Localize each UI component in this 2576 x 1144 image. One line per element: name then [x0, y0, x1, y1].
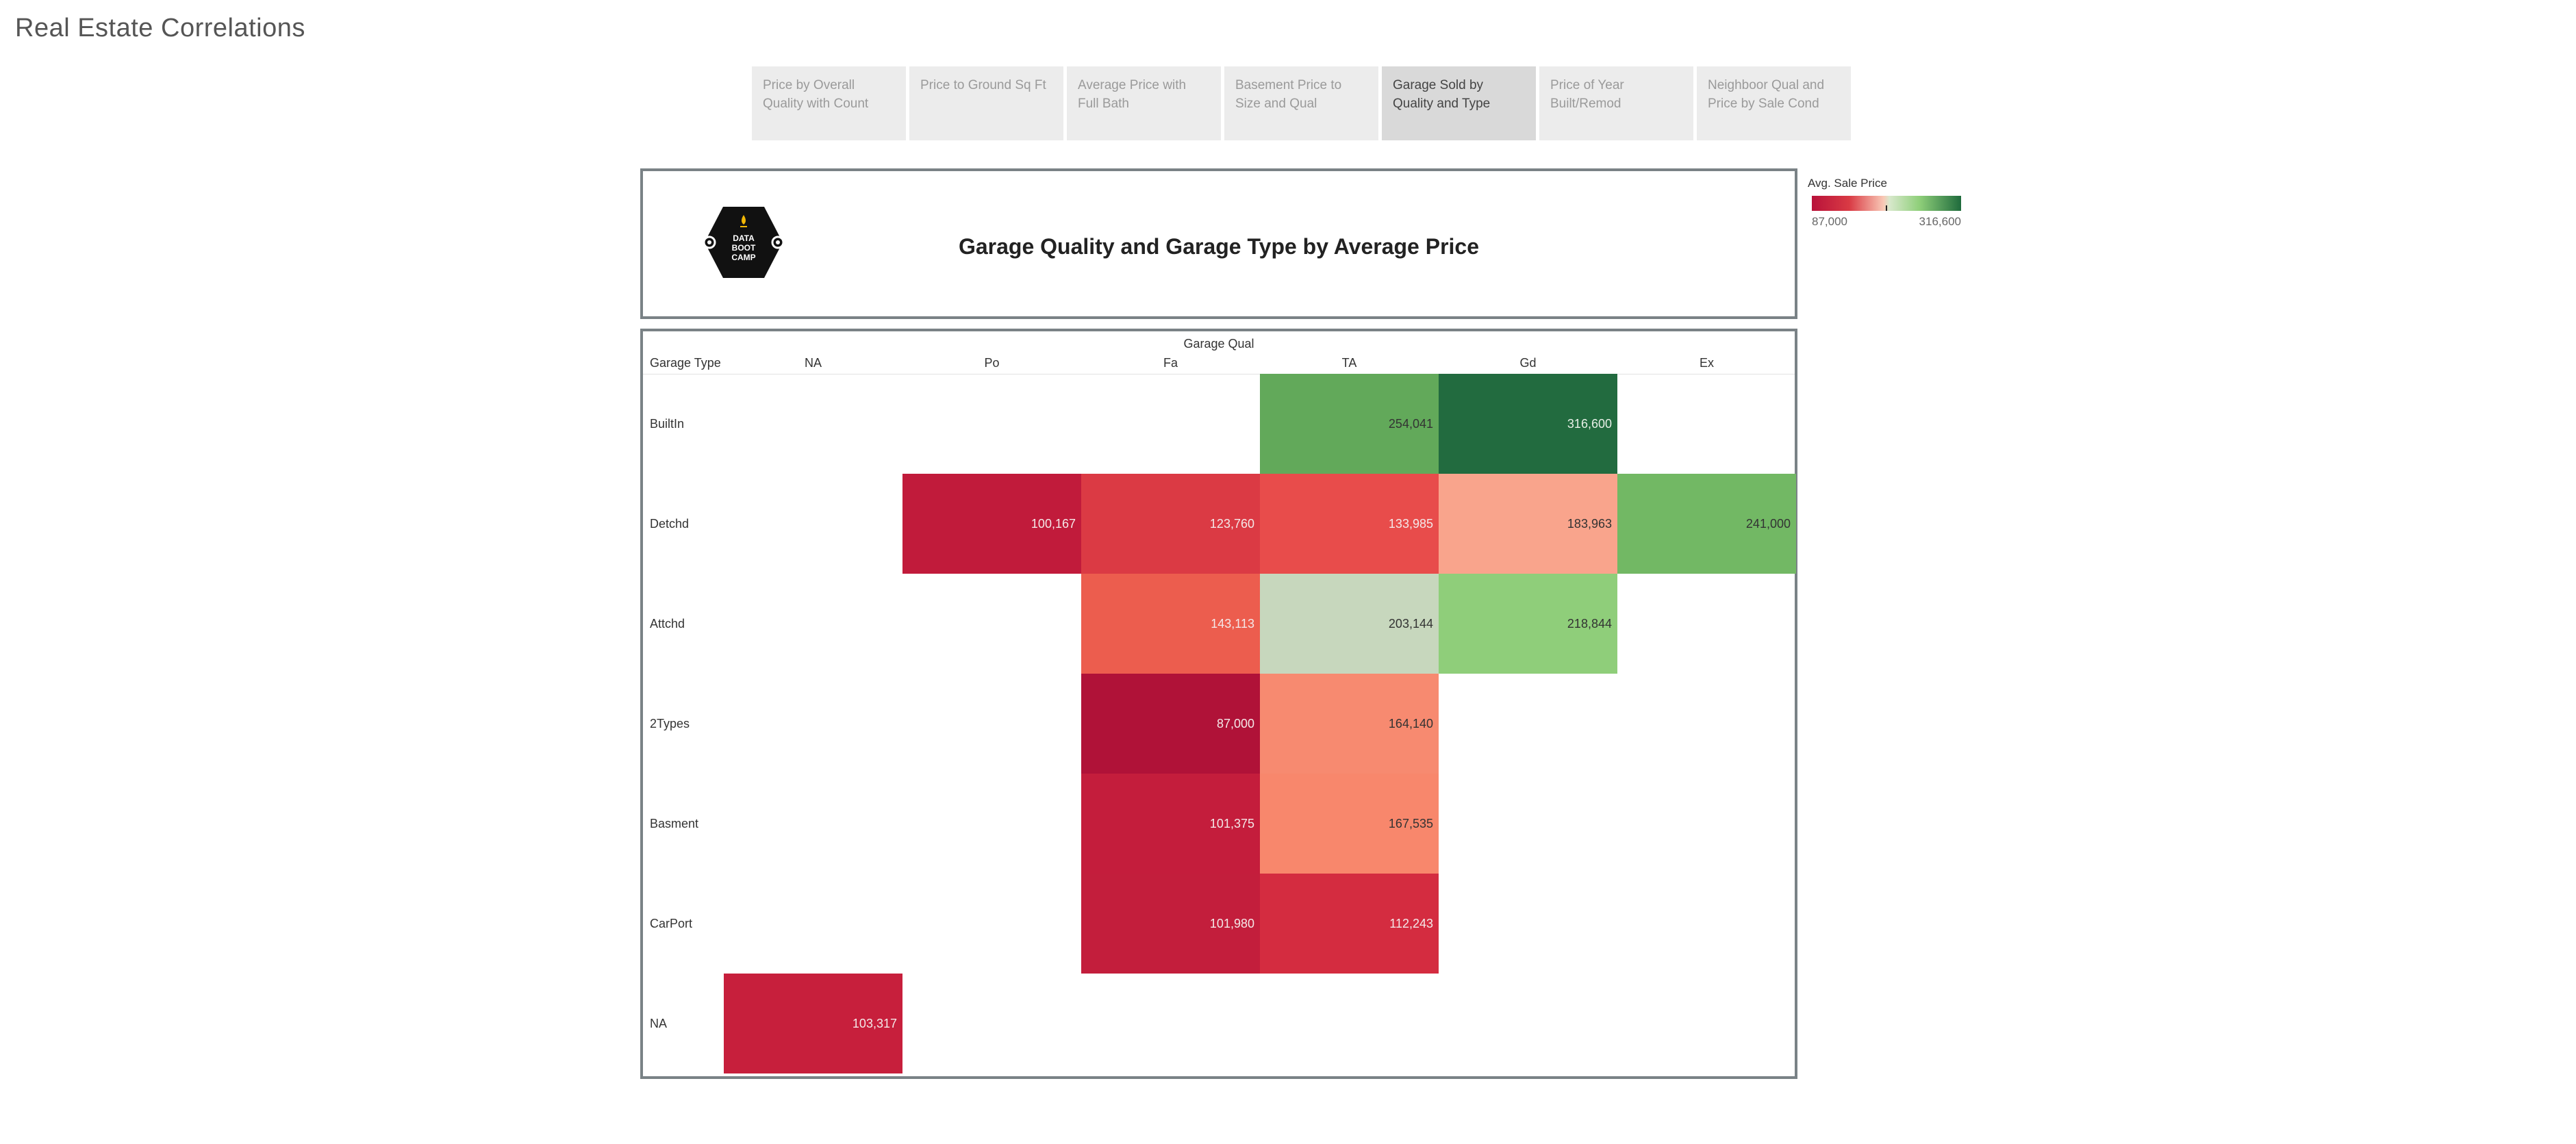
row-label-2types: 2Types: [650, 716, 690, 730]
dashboard-tabs: Price by Overall Quality with Count Pric…: [752, 66, 1851, 140]
heatmap-row: NA 103,317: [643, 974, 1795, 1073]
row-label-carport: CarPort: [650, 916, 693, 930]
legend-min-label: 87,000: [1812, 215, 1847, 228]
column-group-label: Garage Qual: [1183, 337, 1254, 351]
heatmap-cell[interactable]: 167,535: [1260, 774, 1439, 874]
color-legend: Avg. Sale Price 87,000 316,600: [1808, 177, 1965, 229]
column-header-gd: Gd: [1519, 356, 1537, 370]
heatmap-cell[interactable]: 254,041: [1260, 374, 1439, 474]
tab-price-by-overall-quality[interactable]: Price by Overall Quality with Count: [752, 66, 906, 140]
heatmap-cell[interactable]: 164,140: [1260, 674, 1439, 774]
row-label-builtin: BuiltIn: [650, 416, 685, 431]
tab-basement-price[interactable]: Basement Price to Size and Qual: [1224, 66, 1378, 140]
heatmap-panel: Garage Qual Garage Type NA Po Fa TA Gd Ex Bui…: [640, 329, 1797, 1079]
column-headers: Garage Type NA Po Fa TA Gd Ex: [643, 356, 1795, 374]
column-header-na: NA: [804, 356, 822, 370]
legend-title: Avg. Sale Price: [1808, 177, 1887, 190]
heatmap-cell[interactable]: 112,243: [1260, 874, 1439, 974]
heatmap-cell[interactable]: 133,985: [1260, 474, 1439, 574]
row-label-na: NA: [650, 1016, 668, 1030]
row-header-label: Garage Type: [650, 356, 721, 370]
tab-average-price-full-bath[interactable]: Average Price with Full Bath: [1067, 66, 1221, 140]
heatmap-row: Detchd 100,167 123,760 133,985 183,963 241,00…: [643, 474, 1796, 574]
heatmap-row: Basment 101,375 167,535: [643, 774, 1795, 874]
row-label-basment: Basment: [650, 816, 699, 830]
column-header-fa: Fa: [1163, 356, 1178, 370]
heatmap-row: BuiltIn 254,041 316,600: [643, 374, 1795, 474]
heatmap-cell[interactable]: 241,000: [1617, 474, 1796, 574]
heatmap-cell[interactable]: 101,980: [1081, 874, 1260, 974]
app-title: Real Estate Correlations: [15, 14, 305, 42]
column-header-ex: Ex: [1699, 356, 1714, 370]
heatmap-cell[interactable]: 87,000: [1081, 674, 1260, 774]
tab-neighboor-qual[interactable]: Neighboor Qual and Price by Sale Cond: [1697, 66, 1851, 140]
tab-price-to-ground-sqft[interactable]: Price to Ground Sq Ft: [909, 66, 1063, 140]
heatmap-row: 2Types 87,000 164,140: [643, 674, 1795, 774]
legend-center-marker: [1886, 205, 1887, 211]
heatmap-row: Attchd 143,113 203,144 218,844: [643, 574, 1795, 674]
heatmap-cell[interactable]: 100,167: [902, 474, 1081, 574]
heatmap-cell[interactable]: 103,317: [724, 974, 902, 1073]
legend-max-label: 316,600: [1919, 215, 1961, 228]
legend-gradient-bar[interactable]: [1812, 196, 1961, 211]
row-label-attchd: Attchd: [650, 616, 685, 631]
tab-garage-sold[interactable]: Garage Sold by Quality and Type: [1382, 66, 1536, 140]
tab-price-of-year-built[interactable]: Price of Year Built/Remod: [1539, 66, 1693, 140]
column-header-ta: TA: [1341, 356, 1357, 370]
row-label-detchd: Detchd: [650, 516, 690, 531]
heatmap-cell[interactable]: 123,760: [1081, 474, 1260, 574]
heatmap-cell[interactable]: 143,113: [1081, 574, 1260, 674]
heatmap-row: CarPort 101,980 112,243: [643, 874, 1795, 974]
heatmap-cell[interactable]: 316,600: [1439, 374, 1617, 474]
heatmap-cell[interactable]: 203,144: [1260, 574, 1439, 674]
heatmap-cell[interactable]: 183,963: [1439, 474, 1617, 574]
header-panel: DATA BOOT CAMP Garage Quality and Garage…: [640, 168, 1797, 319]
heatmap-cell[interactable]: 218,844: [1439, 574, 1617, 674]
heatmap-cell[interactable]: 101,375: [1081, 774, 1260, 874]
column-header-po: Po: [984, 356, 1000, 370]
dashboard-title: Garage Quality and Garage Type by Averag…: [958, 234, 1479, 259]
